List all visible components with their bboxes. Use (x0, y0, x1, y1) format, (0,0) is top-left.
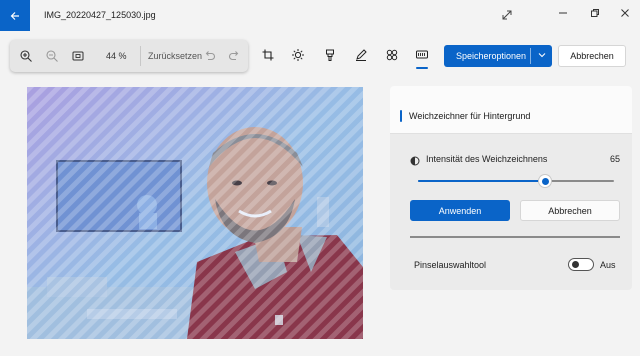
intensity-slider-fill (418, 180, 545, 182)
zoom-in-icon[interactable] (18, 48, 34, 64)
minimize-icon[interactable] (556, 6, 570, 20)
zoom-level[interactable]: 44 % (106, 51, 127, 61)
intensity-slider[interactable] (418, 175, 614, 187)
undo-icon[interactable] (202, 48, 218, 64)
intensity-icon (410, 153, 420, 166)
markup-icon[interactable] (353, 47, 369, 63)
panel-cancel-button[interactable]: Abbrechen (520, 200, 620, 221)
save-options-label: Speicheroptionen (456, 51, 527, 61)
expand-icon[interactable] (500, 8, 514, 22)
intensity-label: Intensität des Weichzeichnens (426, 154, 548, 164)
background-blur-icon[interactable] (414, 47, 430, 63)
fit-to-window-icon[interactable] (70, 48, 86, 64)
effects-icon[interactable] (384, 47, 400, 63)
panel-accent-bar (400, 110, 402, 122)
photo-image (27, 87, 363, 339)
panel-divider (410, 236, 620, 238)
back-arrow-icon (10, 11, 19, 20)
panel-header: Weichzeichner für Hintergrund (390, 86, 632, 134)
crop-icon[interactable] (260, 47, 276, 63)
brush-tool-toggle[interactable] (568, 258, 594, 271)
photo-canvas[interactable] (27, 87, 363, 339)
intensity-value: 65 (609, 154, 620, 164)
brush-tool-state: Aus (600, 260, 616, 270)
chevron-down-icon[interactable] (536, 49, 548, 63)
zoom-separator (140, 46, 141, 66)
background-blur-panel: Weichzeichner für Hintergrund Intensität… (390, 86, 632, 290)
redo-icon[interactable] (226, 48, 242, 64)
active-tool-indicator (416, 67, 428, 69)
reset-button[interactable]: Zurücksetzen (148, 51, 202, 61)
adjust-icon[interactable] (290, 47, 306, 63)
close-icon[interactable] (618, 6, 632, 20)
zoom-out-icon[interactable] (44, 48, 60, 64)
intensity-slider-thumb[interactable] (539, 175, 551, 187)
filter-icon[interactable] (322, 47, 338, 63)
back-button[interactable] (0, 0, 30, 31)
window-title: IMG_20220427_125030.jpg (44, 10, 156, 20)
panel-title: Weichzeichner für Hintergrund (409, 111, 531, 121)
save-options-button[interactable]: Speicheroptionen (444, 45, 552, 67)
cancel-button[interactable]: Abbrechen (558, 45, 626, 67)
apply-button[interactable]: Anwenden (410, 200, 510, 221)
title-bar: IMG_20220427_125030.jpg (0, 0, 640, 32)
restore-icon[interactable] (588, 6, 602, 20)
save-options-separator (530, 48, 531, 64)
brush-tool-label: Pinselauswahltool (414, 260, 487, 270)
zoom-toolbar: 44 % Zurücksetzen (10, 40, 248, 72)
